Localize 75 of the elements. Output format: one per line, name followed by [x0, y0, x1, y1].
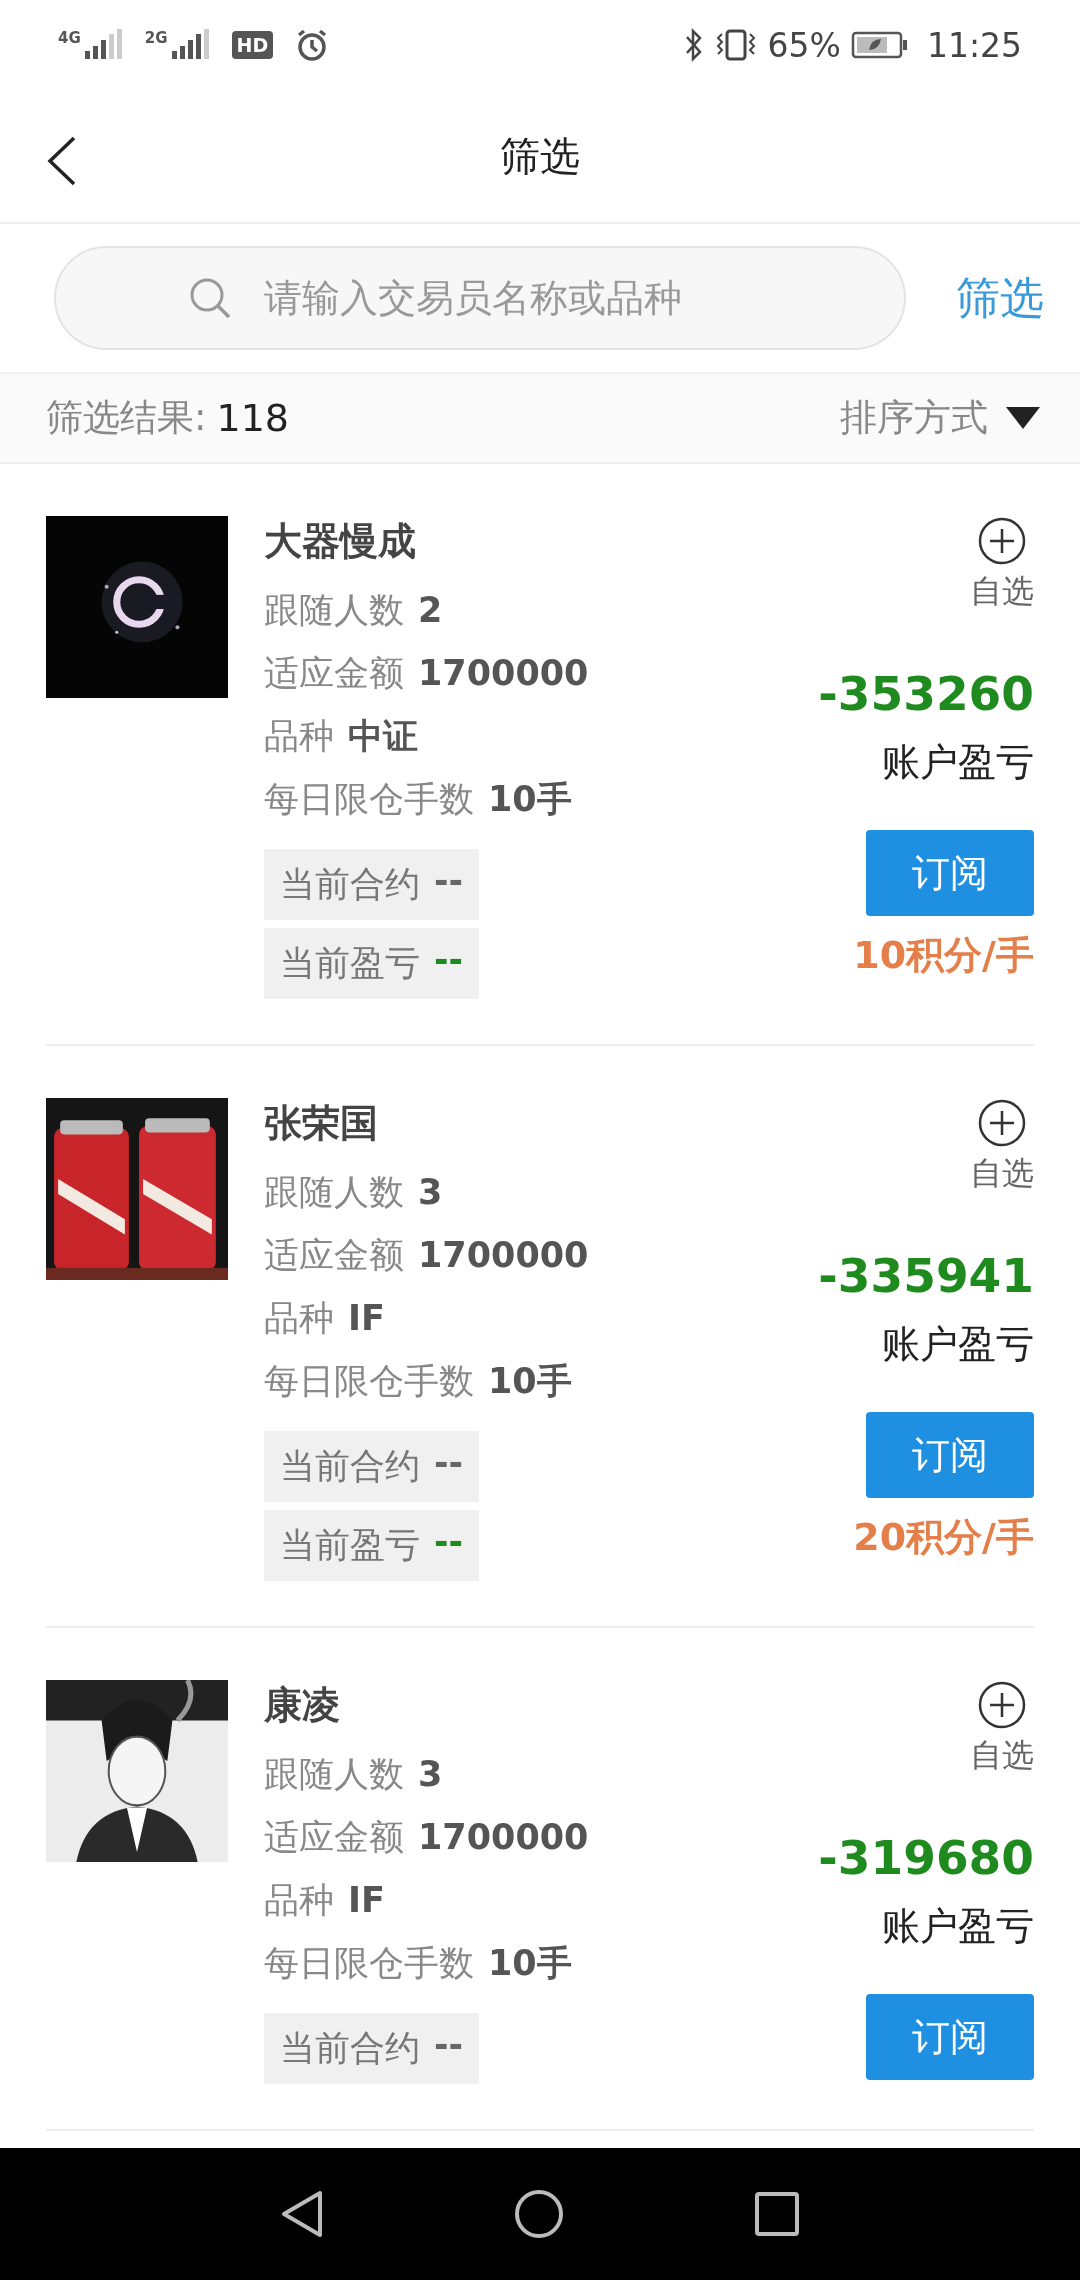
account-pnl-value: -319680: [818, 1830, 1034, 1885]
watchlist-label[interactable]: 自选: [970, 1152, 1034, 1196]
signal-icon: [82, 29, 123, 61]
account-pnl-label: 账户盈亏: [882, 1321, 1034, 1368]
field-label: 跟随人数: [264, 1753, 404, 1796]
account-pnl-label: 账户盈亏: [882, 1903, 1034, 1950]
add-icon[interactable]: [977, 1098, 1027, 1148]
tag-label: 当前合约: [280, 1445, 420, 1488]
network-label: 4G: [58, 29, 81, 47]
field-value: IF: [348, 1298, 385, 1338]
field-value: 3: [418, 1754, 443, 1794]
field-value: 1700000: [418, 653, 589, 693]
watchlist-label[interactable]: 自选: [970, 1734, 1034, 1778]
subscribe-button[interactable]: 订阅: [866, 1412, 1034, 1498]
tag-value: --: [434, 1522, 464, 1564]
tag-label: 当前盈亏: [280, 1524, 420, 1567]
signal-icon: [169, 29, 210, 61]
hd-badge: HD: [231, 31, 274, 59]
back-icon[interactable]: [46, 136, 78, 186]
field-label: 适应金额: [264, 1234, 404, 1277]
battery-percent: 65%: [767, 25, 841, 65]
field-label: 品种: [264, 1879, 334, 1922]
page-title: 筛选: [500, 131, 580, 181]
subscribe-button[interactable]: 订阅: [866, 830, 1034, 916]
battery-icon: [850, 30, 909, 60]
field-label: 适应金额: [264, 1816, 404, 1859]
home-nav-icon[interactable]: [514, 2189, 564, 2239]
tag-label: 当前合约: [280, 2027, 420, 2070]
account-pnl-value: -335941: [818, 1248, 1034, 1303]
tag-label: 当前盈亏: [280, 942, 420, 985]
tag-value: --: [434, 1443, 464, 1485]
field-value: 1700000: [418, 1235, 589, 1275]
field-value: IF: [348, 1880, 385, 1920]
field-label: 跟随人数: [264, 1171, 404, 1214]
account-pnl-value: -353260: [818, 666, 1034, 721]
bluetooth-icon: [683, 28, 704, 62]
points-price: 10积分/手: [853, 932, 1034, 979]
caret-icon[interactable]: [1006, 407, 1040, 429]
field-value: 10手: [488, 1942, 572, 1985]
tag-label: 当前合约: [280, 863, 420, 906]
result-label: 筛选结果:: [46, 395, 207, 441]
add-icon[interactable]: [977, 1680, 1027, 1730]
field-value: 10手: [488, 1360, 572, 1403]
field-label: 跟随人数: [264, 589, 404, 632]
recents-nav-icon[interactable]: [754, 2191, 800, 2237]
trader-name: 张荣国: [264, 1100, 379, 1147]
sort-label[interactable]: 排序方式: [840, 393, 988, 443]
field-value: 中证: [348, 715, 418, 758]
trader-name: 康凌: [264, 1682, 341, 1729]
field-value: 3: [418, 1172, 443, 1212]
tag-value: --: [434, 861, 464, 903]
trader-name: 大器慢成: [264, 518, 417, 565]
field-label: 适应金额: [264, 652, 404, 695]
tag-value: --: [434, 940, 464, 982]
subscribe-button[interactable]: 订阅: [866, 1994, 1034, 2080]
tag-value: --: [434, 2025, 464, 2067]
filter-link[interactable]: 筛选: [956, 268, 1044, 328]
field-label: 每日限仓手数: [264, 1360, 474, 1403]
field-label: 每日限仓手数: [264, 1942, 474, 1985]
account-pnl-label: 账户盈亏: [882, 739, 1034, 786]
field-label: 每日限仓手数: [264, 778, 474, 821]
clock-time: 11:25: [926, 25, 1022, 65]
field-value: 10手: [488, 778, 572, 821]
field-value: 2: [418, 590, 443, 630]
back-nav-icon[interactable]: [280, 2189, 324, 2239]
field-label: 品种: [264, 1297, 334, 1340]
network-label: 2G: [144, 29, 168, 47]
add-icon[interactable]: [977, 516, 1027, 566]
points-price: 20积分/手: [853, 1514, 1034, 1561]
field-value: 1700000: [418, 1817, 589, 1857]
result-count: 118: [216, 396, 289, 440]
search-field[interactable]: 请输入交易员名称或品种: [54, 246, 906, 350]
watchlist-label[interactable]: 自选: [970, 570, 1034, 614]
search-icon: [188, 276, 232, 320]
field-label: 品种: [264, 715, 334, 758]
